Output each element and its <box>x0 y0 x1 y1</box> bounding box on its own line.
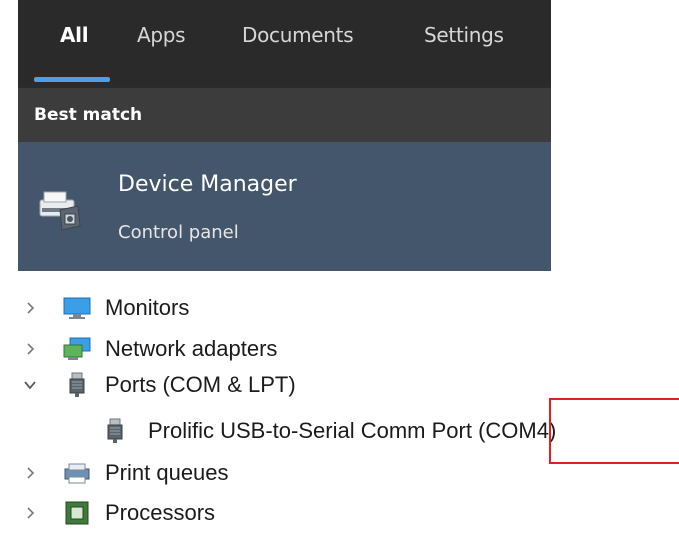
monitor-icon <box>63 297 91 319</box>
search-tabs: All Apps Documents Settings <box>18 0 551 83</box>
tab-settings[interactable]: Settings <box>424 23 504 47</box>
device-manager-icon <box>39 191 81 231</box>
tree-item-label: Processors <box>105 500 216 525</box>
tab-all[interactable]: All <box>60 23 89 47</box>
tab-documents[interactable]: Documents <box>242 23 354 47</box>
search-panel: All Apps Documents Settings Best match D… <box>18 0 551 271</box>
tree-item-label: Network adapters <box>105 336 278 361</box>
chevron-down-icon[interactable] <box>22 377 38 393</box>
network-adapter-icon <box>63 337 91 360</box>
tree-item-label: Monitors <box>105 295 190 320</box>
tree-item-processors[interactable]: Processors <box>0 496 679 530</box>
chevron-right-icon[interactable] <box>22 300 38 316</box>
processor-icon <box>65 501 89 525</box>
com4-highlight-box <box>549 398 679 464</box>
chevron-right-icon[interactable] <box>22 465 38 481</box>
active-tab-indicator <box>34 77 110 82</box>
printer-icon <box>64 463 90 484</box>
best-match-header: Best match <box>18 88 551 142</box>
best-match-title: Device Manager <box>118 172 297 197</box>
tree-item-monitors[interactable]: Monitors <box>0 291 679 325</box>
tree-item-ports[interactable]: Ports (COM & LPT) <box>0 368 679 402</box>
best-match-subtitle: Control panel <box>118 222 239 243</box>
best-match-result[interactable]: Device Manager Control panel <box>18 142 551 271</box>
tree-item-label: Prolific USB-to-Serial Comm Port (COM4) <box>148 418 557 443</box>
tree-item-label: Print queues <box>105 460 229 485</box>
port-icon <box>107 418 123 443</box>
best-match-label: Best match <box>34 105 143 125</box>
tree-item-label: Ports (COM & LPT) <box>105 372 296 397</box>
chevron-right-icon[interactable] <box>22 341 38 357</box>
chevron-right-icon[interactable] <box>22 505 38 521</box>
tab-apps[interactable]: Apps <box>137 23 186 47</box>
tree-item-network-adapters[interactable]: Network adapters <box>0 332 679 366</box>
port-icon <box>69 372 85 397</box>
